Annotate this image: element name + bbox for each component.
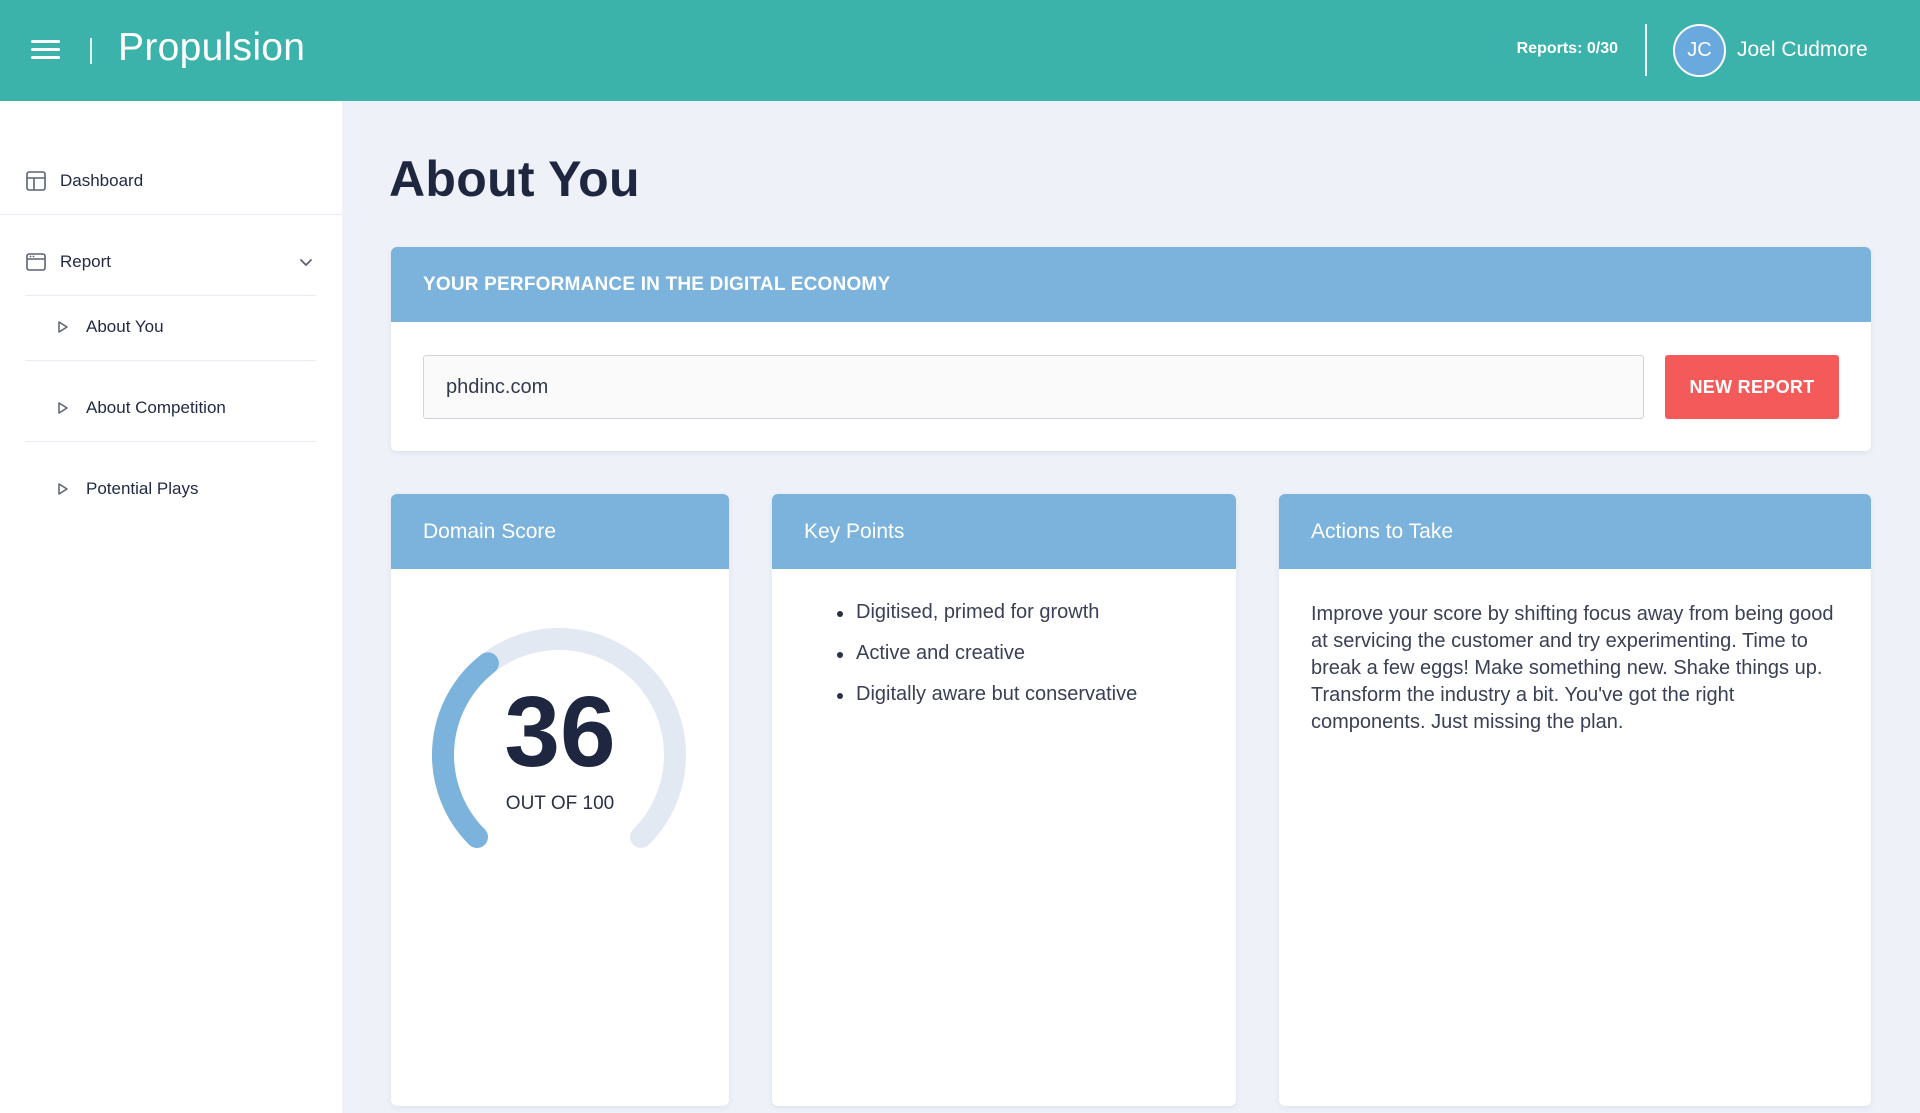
score-caption: OUT OF 100 (505, 793, 615, 814)
domain-score-card: Domain Score 36 OUT OF 100 (391, 494, 729, 1106)
triangle-right-icon (56, 320, 70, 334)
actions-heading: Actions to Take (1279, 494, 1871, 569)
brand-title: Propulsion (118, 26, 306, 69)
list-item: Digitised, primed for growth (836, 601, 1137, 624)
hamburger-icon[interactable] (31, 40, 60, 60)
top-bar: Propulsion Reports: 0/30 JC Joel Cudmore (0, 0, 1920, 101)
sidebar-subitem-about-competition[interactable]: About Competition (56, 398, 226, 418)
sidebar-subitem-about-you[interactable]: About You (56, 317, 164, 337)
key-points-card: Key Points Digitised, primed for growth … (772, 494, 1236, 1106)
performance-heading: YOUR PERFORMANCE IN THE DIGITAL ECONOMY (391, 247, 1871, 322)
actions-text: Improve your score by shifting focus awa… (1311, 603, 1834, 733)
divider (25, 295, 316, 296)
triangle-right-icon (56, 401, 70, 415)
brand-divider (90, 38, 92, 64)
user-divider (1645, 24, 1647, 76)
triangle-right-icon (56, 482, 70, 496)
divider (25, 441, 316, 442)
report-icon (25, 251, 47, 273)
key-points-list: Digitised, primed for growth Active and … (836, 601, 1138, 724)
page-title: About You (389, 151, 640, 207)
sidebar-subitem-potential-plays[interactable]: Potential Plays (56, 479, 198, 499)
sidebar-subitem-label: Potential Plays (86, 479, 199, 498)
list-item: Digitally aware but conservative (836, 683, 1138, 705)
divider (25, 360, 316, 361)
list-item: Active and creative (836, 642, 1137, 665)
performance-card: YOUR PERFORMANCE IN THE DIGITAL ECONOMY … (391, 247, 1871, 451)
sidebar-subitem-label: About You (86, 317, 164, 336)
key-points-heading: Key Points (772, 494, 1236, 569)
score-value: 36 (504, 676, 616, 788)
sidebar-item-dashboard[interactable]: Dashboard (25, 170, 143, 192)
domain-input[interactable] (423, 355, 1644, 419)
chevron-down-icon[interactable] (298, 254, 314, 270)
sidebar-subitem-label: About Competition (86, 398, 226, 417)
user-name[interactable]: Joel Cudmore (1737, 38, 1868, 62)
sidebar-item-report[interactable]: Report (25, 251, 111, 273)
avatar[interactable]: JC (1673, 24, 1726, 77)
actions-card: Actions to Take Improve your score by sh… (1279, 494, 1871, 1106)
divider (0, 214, 342, 215)
reports-count: Reports: 0/30 (1516, 40, 1618, 57)
sidebar-item-label: Dashboard (60, 171, 144, 190)
sidebar-item-label: Report (60, 252, 112, 271)
sidebar: Dashboard Report About You About Competi… (0, 101, 342, 1113)
domain-score-heading: Domain Score (391, 494, 729, 569)
new-report-button[interactable]: NEW REPORT (1665, 355, 1839, 419)
dashboard-icon (25, 170, 47, 192)
